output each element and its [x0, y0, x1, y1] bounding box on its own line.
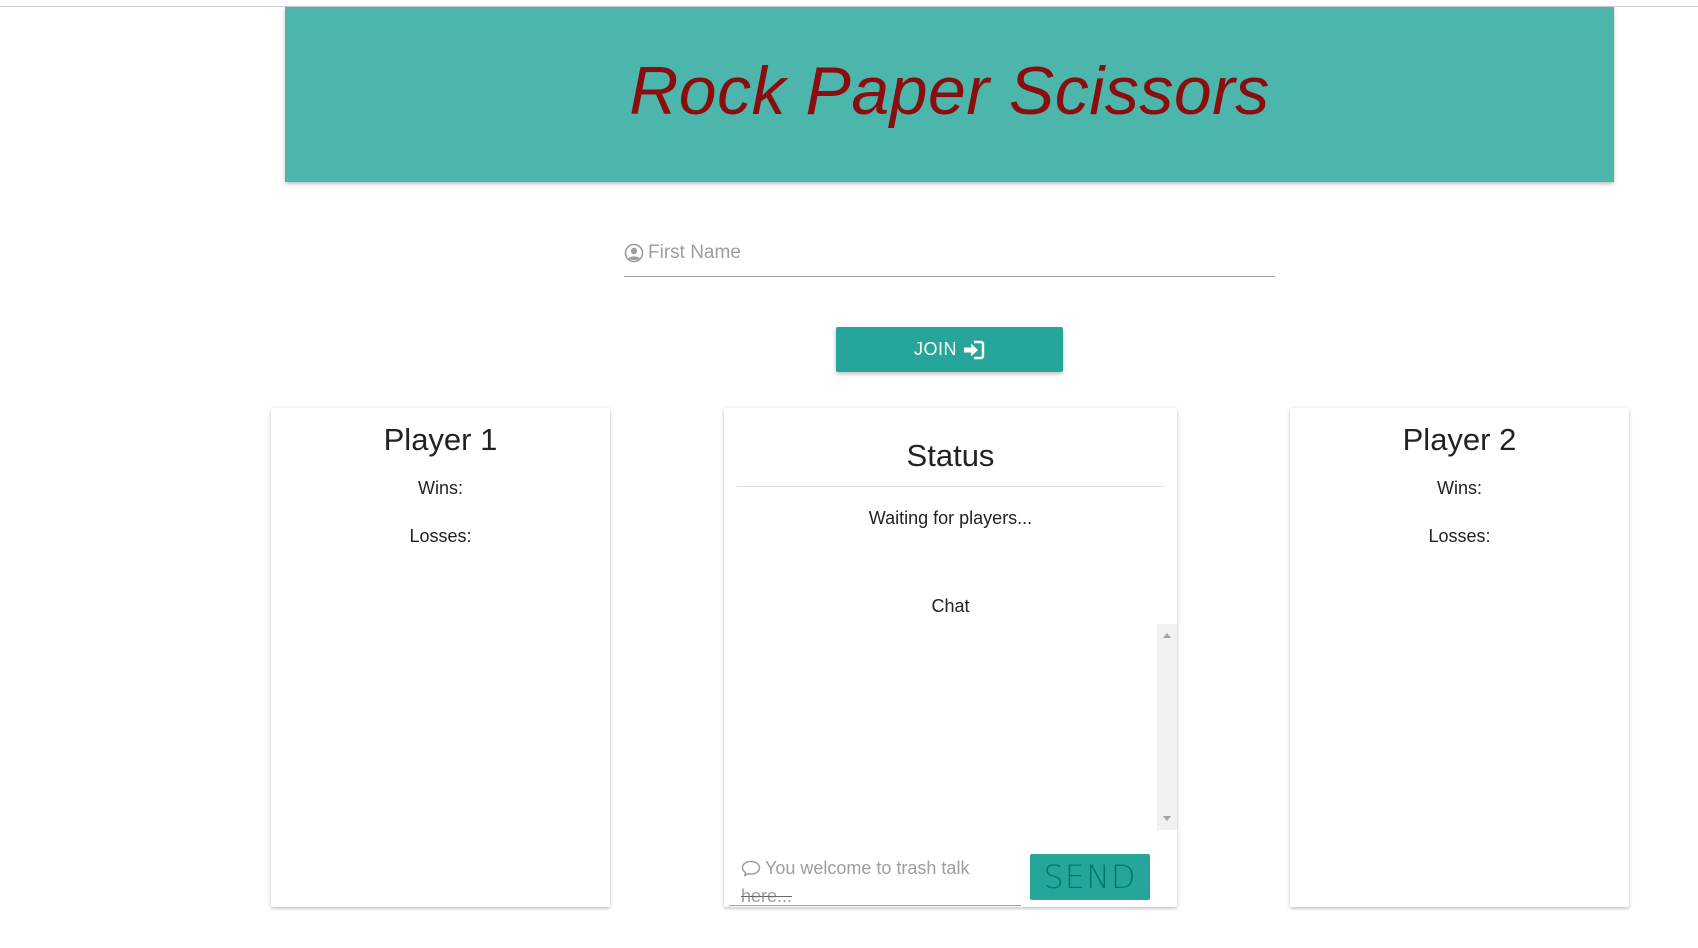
player-1-losses: Losses:	[409, 526, 472, 546]
chat-input[interactable]: You welcome to trash talk here...	[729, 856, 1021, 906]
chat-label: Chat	[931, 596, 970, 616]
player-2-wins: Wins:	[1437, 478, 1482, 498]
scroll-down-arrow-icon[interactable]	[1163, 816, 1171, 821]
status-message: Waiting for players...	[868, 508, 1033, 528]
first-name-field[interactable]	[624, 230, 1275, 277]
chat-scrollbar[interactable]	[1157, 624, 1177, 830]
player-2-losses: Losses:	[1428, 526, 1491, 546]
chat-placeholder-line-1: You welcome to trash talk	[765, 858, 970, 878]
page-title: Rock Paper Scissors	[629, 52, 1270, 129]
join-button-label: JOIN	[913, 339, 957, 359]
header-banner: Rock Paper Scissors	[285, 7, 1614, 182]
player-2-card: Player 2 Wins: Losses:	[1290, 408, 1629, 907]
scroll-up-arrow-icon[interactable]	[1163, 633, 1171, 638]
join-button[interactable]: JOIN	[836, 327, 1063, 372]
player-1-title: Player 1	[383, 422, 498, 457]
user-circle-icon	[624, 243, 644, 263]
player-1-card: Player 1 Wins: Losses:	[271, 408, 610, 907]
send-button[interactable]: SEND	[1030, 854, 1150, 900]
chat-placeholder-line-2: here...	[741, 886, 793, 906]
sign-in-icon	[964, 340, 985, 359]
status-card: Status Waiting for players... Chat You w…	[724, 408, 1177, 907]
chat-input-placeholder: You welcome to trash talk here...	[741, 854, 1001, 910]
player-2-title: Player 2	[1402, 422, 1517, 457]
status-divider	[737, 486, 1164, 487]
comment-icon	[741, 860, 761, 877]
first-name-input[interactable]	[648, 242, 1248, 264]
player-1-wins: Wins:	[418, 478, 463, 498]
chat-log	[724, 624, 1177, 830]
status-title: Status	[906, 438, 995, 473]
